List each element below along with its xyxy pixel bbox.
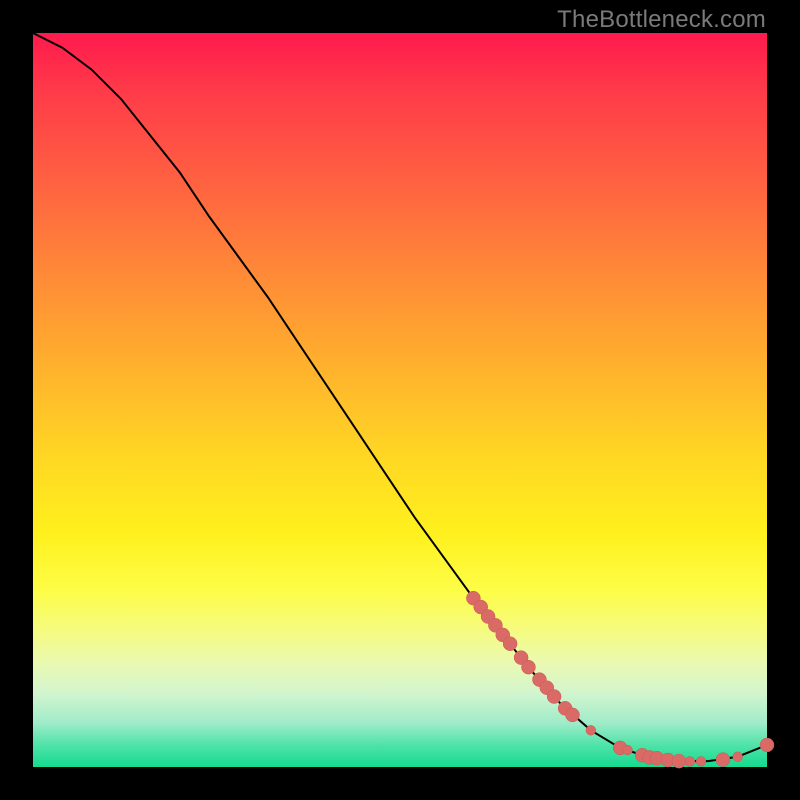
curve-marker: [696, 756, 706, 766]
curve-marker: [733, 752, 743, 762]
watermark-text: TheBottleneck.com: [557, 6, 766, 34]
curve-markers-group: [466, 591, 774, 768]
curve-marker: [503, 637, 517, 651]
curve-marker: [672, 754, 686, 768]
curve-marker: [716, 753, 730, 767]
curve-marker: [521, 660, 535, 674]
chart-frame: [33, 33, 767, 767]
curve-marker: [623, 745, 633, 755]
curve-marker: [547, 690, 561, 704]
chart-svg: [33, 33, 767, 767]
curve-marker: [760, 738, 774, 752]
curve-marker: [586, 725, 596, 735]
curve-marker: [685, 757, 695, 767]
curve-marker: [565, 708, 579, 722]
bottleneck-curve-line: [33, 33, 767, 761]
